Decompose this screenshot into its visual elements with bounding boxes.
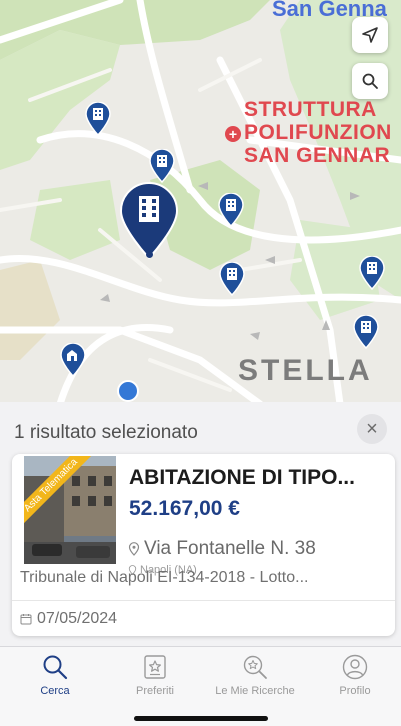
search-icon — [362, 73, 378, 89]
results-sheet: 1 risultato selezionato × Asta Telematic… — [0, 402, 401, 646]
property-pin-house[interactable] — [60, 343, 86, 377]
close-button[interactable]: × — [357, 414, 387, 444]
selected-pin-anchor — [146, 251, 153, 258]
map-view[interactable]: San Genna + STRUTTURA POLIFUNZION SAN GE… — [0, 0, 401, 404]
property-pin[interactable] — [149, 149, 175, 183]
result-card[interactable]: Asta Telematica ABITAZIONE DI TIPO... 52… — [12, 454, 395, 636]
locate-button[interactable] — [352, 17, 388, 53]
selected-property-pin[interactable] — [119, 182, 179, 260]
poi-line-1: STRUTTURA — [244, 98, 377, 121]
tab-le-mie-ricerche[interactable]: Le Mie Ricerche — [205, 653, 305, 697]
property-photo: Asta Telematica — [24, 456, 116, 564]
card-divider — [12, 600, 395, 601]
star-icon — [144, 655, 166, 679]
map-search-button[interactable] — [352, 63, 388, 99]
tab-label: Cerca — [40, 685, 70, 697]
poi-line-3: SAN GENNAR — [244, 144, 391, 167]
tab-bar: Cerca Preferiti Le Mie Ricerche Profilo — [0, 646, 401, 726]
calendar-icon — [20, 614, 32, 625]
location-arrow-icon — [362, 27, 378, 43]
saved-search-icon — [243, 655, 267, 679]
tab-label: Preferiti — [136, 685, 174, 697]
property-title: ABITAZIONE DI TIPO... — [129, 466, 355, 489]
property-pin[interactable] — [219, 262, 245, 296]
transit-stop-icon — [117, 380, 139, 402]
property-pin[interactable] — [218, 193, 244, 227]
tab-profilo[interactable]: Profilo — [305, 653, 401, 697]
poi-line-2: POLIFUNZION — [244, 121, 392, 144]
address-text: Via Fontanelle N. 38 — [144, 538, 316, 559]
property-pin[interactable] — [359, 256, 385, 290]
tab-preferiti[interactable]: Preferiti — [105, 653, 205, 697]
property-pin[interactable] — [353, 315, 379, 349]
court-reference: Tribunale di Napoli EI-134-2018 - Lotto.… — [20, 569, 309, 586]
profile-icon — [342, 654, 368, 680]
location-pin-icon — [128, 542, 140, 556]
property-pin[interactable] — [85, 102, 111, 136]
map-label-district: STELLA — [238, 354, 373, 387]
property-price: 52.167,00 € — [129, 497, 240, 520]
map-label-poi: STRUTTURA POLIFUNZION SAN GENNAR — [244, 98, 392, 167]
tab-cerca[interactable]: Cerca — [5, 653, 105, 697]
poi-plus-icon: + — [225, 126, 241, 142]
tab-label: Le Mie Ricerche — [215, 685, 295, 697]
home-indicator — [134, 716, 268, 721]
date-text: 07/05/2024 — [37, 610, 118, 627]
results-count-label: 1 risultato selezionato — [14, 422, 198, 443]
tab-label: Profilo — [339, 685, 371, 697]
auction-date: 07/05/2024 — [20, 610, 117, 628]
property-address: Via Fontanelle N. 38 — [128, 538, 316, 560]
close-icon: × — [366, 418, 378, 440]
search-icon — [43, 655, 68, 680]
